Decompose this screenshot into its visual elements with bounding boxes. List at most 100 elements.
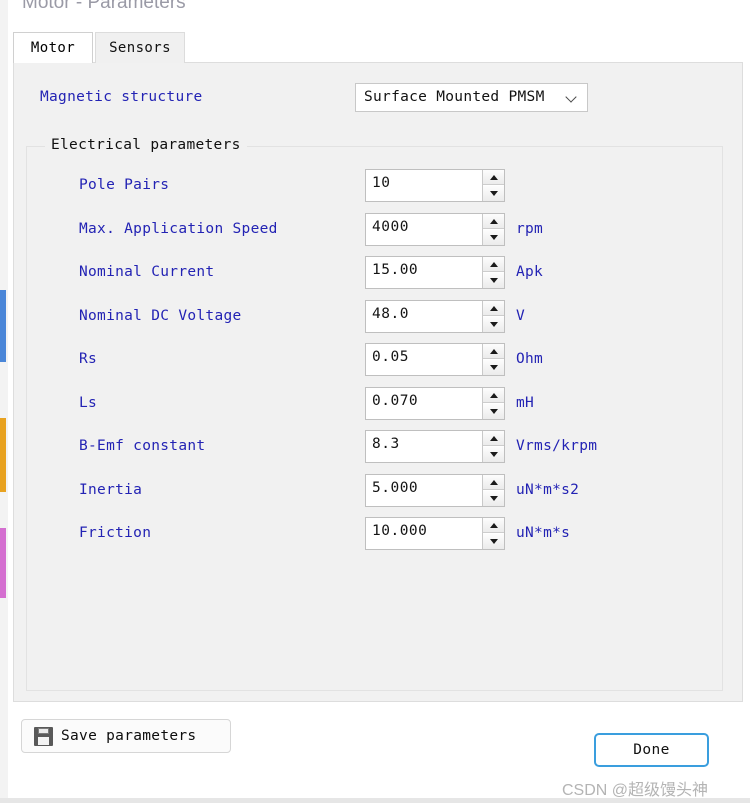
triangle-up-icon: [489, 392, 498, 398]
save-parameters-button[interactable]: Save parameters: [21, 719, 231, 753]
param-spinbox[interactable]: 8.3: [365, 430, 505, 463]
param-value: 0.05: [372, 349, 409, 365]
param-unit: uN*m*s2: [516, 481, 580, 498]
param-row: Inertia 5.000 uN*m*s2: [27, 473, 722, 510]
spinner-up-button[interactable]: [483, 344, 504, 359]
spinner-up-button[interactable]: [483, 387, 504, 403]
spinner-up-button[interactable]: [483, 300, 504, 316]
triangle-up-icon: [489, 349, 498, 354]
motor-parameters-dialog: Motor - Parameters Motor Sensors Magnetic…: [8, 0, 750, 803]
spinner-buttons: [482, 344, 504, 375]
triangle-down-icon: [489, 321, 498, 327]
triangle-up-icon: [489, 175, 498, 180]
triangle-up-icon: [489, 262, 498, 267]
param-row: Pole Pairs 10: [27, 169, 722, 205]
param-label: Rs: [79, 351, 98, 367]
spinner-down-button[interactable]: [483, 534, 504, 549]
param-spinbox[interactable]: 5.000: [365, 473, 505, 507]
triangle-up-icon: [489, 436, 498, 441]
param-spinbox[interactable]: 10.000: [365, 517, 505, 550]
param-row: Rs 0.05 Ohm: [27, 343, 722, 379]
param-label: Nominal DC Voltage: [79, 307, 242, 324]
spinner-buttons: [482, 431, 504, 462]
triangle-down-icon: [489, 452, 498, 457]
param-spinbox[interactable]: 48.0: [365, 299, 505, 333]
tab-sensors[interactable]: Sensors: [95, 32, 185, 63]
magnetic-structure-selected-value: Surface Mounted PMSM: [364, 89, 545, 105]
triangle-up-icon: [489, 479, 498, 485]
param-row: Nominal Current 15.00 Apk: [27, 256, 722, 292]
param-value: 48.0: [372, 305, 409, 322]
param-label: Inertia: [79, 481, 143, 498]
triangle-down-icon: [489, 278, 498, 283]
spinner-down-button[interactable]: [483, 447, 504, 462]
spinner-up-button[interactable]: [483, 213, 504, 229]
param-label: Ls: [79, 394, 98, 411]
done-button-label: Done: [633, 742, 670, 758]
floppy-disk-icon: [34, 727, 53, 746]
magnetic-structure-row: Magnetic structure Surface Mounted PMSM: [14, 63, 742, 133]
param-row: B-Emf constant 8.3 Vrms/krpm: [27, 430, 722, 466]
param-unit: Apk: [516, 264, 544, 280]
param-label: B-Emf constant: [79, 438, 206, 454]
param-spinbox[interactable]: 0.05: [365, 343, 505, 376]
spinner-buttons: [482, 474, 504, 506]
spinner-down-button[interactable]: [483, 229, 504, 245]
param-value: 8.3: [372, 436, 400, 452]
triangle-up-icon: [489, 305, 498, 311]
param-unit: Vrms/krpm: [516, 438, 598, 454]
param-value: 0.070: [372, 392, 419, 409]
triangle-down-icon: [489, 539, 498, 544]
spinner-up-button[interactable]: [483, 474, 504, 490]
spinner-buttons: [482, 170, 504, 201]
electrical-parameters-title: Electrical parameters: [45, 137, 247, 153]
spinner-buttons: [482, 387, 504, 419]
window-title: Motor - Parameters: [22, 0, 186, 13]
param-unit: uN*m*s: [516, 525, 571, 541]
background-strip-0: [0, 290, 6, 362]
tab-label: Motor: [30, 40, 76, 56]
spinner-down-button[interactable]: [483, 273, 504, 288]
spinner-down-button[interactable]: [483, 403, 504, 419]
csdn-watermark: CSDN @超级馒头神: [562, 782, 709, 799]
param-label: Nominal Current: [79, 264, 215, 280]
background-window-strips: [0, 0, 8, 803]
spinner-buttons: [482, 213, 504, 245]
spinner-up-button[interactable]: [483, 257, 504, 272]
triangle-down-icon: [489, 365, 498, 370]
tab-label: Sensors: [109, 40, 171, 56]
done-button[interactable]: Done: [594, 733, 709, 767]
param-spinbox[interactable]: 0.070: [365, 386, 505, 420]
param-value: 10.000: [372, 523, 428, 539]
triangle-down-icon: [489, 495, 498, 501]
chevron-down-icon: [567, 93, 578, 104]
param-row: Friction 10.000 uN*m*s: [27, 517, 722, 553]
param-spinbox[interactable]: 4000: [365, 212, 505, 246]
spinner-down-button[interactable]: [483, 186, 504, 201]
param-value: 5.000: [372, 479, 419, 496]
magnetic-structure-select[interactable]: Surface Mounted PMSM: [355, 83, 588, 112]
spinner-up-button[interactable]: [483, 170, 504, 185]
background-strip-2: [0, 528, 6, 598]
electrical-parameters-groupbox: Electrical parameters Pole Pairs 10 Max. A…: [26, 137, 723, 691]
param-label: Max. Application Speed: [79, 220, 278, 237]
param-spinbox[interactable]: 10: [365, 169, 505, 202]
spinner-down-button[interactable]: [483, 490, 504, 506]
spinner-down-button[interactable]: [483, 360, 504, 375]
triangle-up-icon: [489, 523, 498, 528]
param-row: Ls 0.070 mH: [27, 386, 722, 423]
spinner-up-button[interactable]: [483, 518, 504, 533]
param-row: Nominal DC Voltage 48.0 V: [27, 299, 722, 336]
tab-motor[interactable]: Motor: [13, 32, 93, 63]
title-bar: Motor - Parameters: [8, 0, 750, 26]
spinner-buttons: [482, 257, 504, 288]
triangle-down-icon: [489, 234, 498, 240]
param-unit: mH: [516, 394, 535, 411]
spinner-up-button[interactable]: [483, 431, 504, 446]
param-spinbox[interactable]: 15.00: [365, 256, 505, 289]
param-unit: rpm: [516, 220, 544, 237]
background-strip-1: [0, 418, 6, 492]
tab-strip: Motor Sensors: [13, 32, 745, 63]
triangle-down-icon: [489, 408, 498, 414]
spinner-down-button[interactable]: [483, 316, 504, 332]
